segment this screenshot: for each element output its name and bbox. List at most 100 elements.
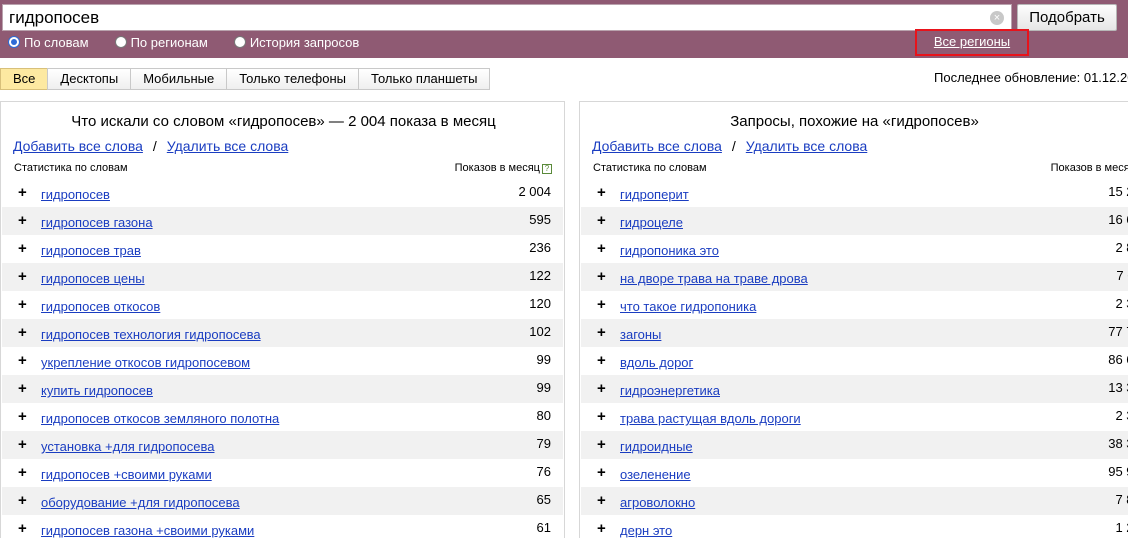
query-link[interactable]: вдоль дорог: [620, 355, 693, 370]
add-plus-icon[interactable]: +: [597, 296, 606, 313]
query-link[interactable]: дерн это: [620, 523, 672, 538]
impressions-count: 236: [529, 240, 551, 255]
tab-mobile[interactable]: Мобильные: [130, 68, 228, 90]
query-link[interactable]: гидропоника это: [620, 243, 719, 258]
add-plus-icon[interactable]: +: [18, 436, 27, 453]
add-plus-icon[interactable]: +: [18, 184, 27, 201]
query-link[interactable]: гидропосев откосов земляного полотна: [41, 411, 279, 426]
add-plus-icon[interactable]: +: [18, 380, 27, 397]
query-link[interactable]: трава растущая вдоль дороги: [620, 411, 801, 426]
query-link[interactable]: гидропосев газона: [41, 215, 153, 230]
radio-icon[interactable]: [233, 36, 246, 48]
mode-label: По словам: [24, 34, 89, 50]
add-plus-icon[interactable]: +: [597, 436, 606, 453]
add-plus-icon[interactable]: +: [597, 352, 606, 369]
radio-selected-icon[interactable]: [8, 36, 20, 48]
help-icon[interactable]: ?: [542, 164, 552, 174]
query-link[interactable]: гидропосев: [41, 187, 110, 202]
query-link[interactable]: гидропосев +своими руками: [41, 467, 212, 482]
panel-title: Что искали со словом «гидропосев» — 2 00…: [71, 113, 496, 130]
add-plus-icon[interactable]: +: [597, 408, 606, 425]
add-plus-icon[interactable]: +: [18, 520, 27, 537]
search-input[interactable]: [9, 6, 979, 29]
query-link[interactable]: гидроидные: [620, 439, 693, 454]
query-link[interactable]: купить гидропосев: [41, 383, 153, 398]
add-all-words-link[interactable]: Добавить все слова: [13, 138, 143, 154]
search-button[interactable]: Подобрать: [1017, 4, 1117, 31]
tab-tablets-only[interactable]: Только планшеты: [358, 68, 491, 90]
add-plus-icon[interactable]: +: [597, 520, 606, 537]
add-plus-icon[interactable]: +: [18, 212, 27, 229]
radio-icon[interactable]: [114, 36, 127, 48]
add-plus-icon[interactable]: +: [18, 352, 27, 369]
query-link[interactable]: гидропосев газона +своими руками: [41, 523, 254, 538]
add-plus-icon[interactable]: +: [18, 324, 27, 341]
query-link[interactable]: гидропосев технология гидропосева: [41, 327, 261, 342]
clear-icon[interactable]: ×: [990, 11, 1004, 25]
query-link[interactable]: на дворе трава на траве дрова: [620, 271, 808, 286]
table-row: + гидропосев откосов земляного полотна 80: [2, 403, 563, 431]
query-link[interactable]: укрепление откосов гидропосевом: [41, 355, 250, 370]
regions-highlight: Все регионы: [915, 29, 1029, 56]
add-all-words-link[interactable]: Добавить все слова: [592, 138, 722, 154]
mode-history[interactable]: История запросов: [233, 33, 359, 51]
panel-actions: Добавить все слова / Удалить все слова: [592, 138, 867, 154]
column-header: Статистика по словам Показов в месяц?: [593, 162, 1128, 178]
add-plus-icon[interactable]: +: [597, 380, 606, 397]
table-row: + гидроэнергетика 13 370: [581, 375, 1128, 403]
add-plus-icon[interactable]: +: [18, 408, 27, 425]
add-plus-icon[interactable]: +: [597, 492, 606, 509]
add-plus-icon[interactable]: +: [18, 296, 27, 313]
table-row: + агроволокно 7 853: [581, 487, 1128, 515]
add-plus-icon[interactable]: +: [597, 184, 606, 201]
table-row: + на дворе трава на траве дрова 7 611: [581, 263, 1128, 291]
mode-by-regions[interactable]: По регионам: [114, 33, 208, 51]
query-link[interactable]: гидропосев цены: [41, 271, 145, 286]
remove-all-words-link[interactable]: Удалить все слова: [167, 138, 288, 154]
table-row: + укрепление откосов гидропосевом 99: [2, 347, 563, 375]
add-plus-icon[interactable]: +: [597, 268, 606, 285]
tab-desktops[interactable]: Десктопы: [47, 68, 132, 90]
table-row: + гидроцеле 16 668: [581, 207, 1128, 235]
table-row: + гидропосев трав 236: [2, 235, 563, 263]
remove-all-words-link[interactable]: Удалить все слова: [746, 138, 867, 154]
query-link[interactable]: гидропосев трав: [41, 243, 141, 258]
query-link[interactable]: озеленение: [620, 467, 691, 482]
query-link[interactable]: загоны: [620, 327, 661, 342]
table-row: + трава растущая вдоль дороги 2 370: [581, 403, 1128, 431]
impressions-count: 95 931: [1108, 464, 1128, 479]
add-plus-icon[interactable]: +: [18, 464, 27, 481]
query-link[interactable]: установка +для гидропосева: [41, 439, 214, 454]
impressions-count: 595: [529, 212, 551, 227]
add-plus-icon[interactable]: +: [18, 268, 27, 285]
last-update-text: Последнее обновление: 01.12.20: [934, 70, 1128, 85]
add-plus-icon[interactable]: +: [597, 324, 606, 341]
query-link[interactable]: что такое гидропоника: [620, 299, 756, 314]
tab-all[interactable]: Все: [0, 68, 49, 90]
query-link[interactable]: агроволокно: [620, 495, 695, 510]
add-plus-icon[interactable]: +: [597, 240, 606, 257]
table-row: + дерн это 1 262: [581, 515, 1128, 538]
panel-title: Запросы, похожие на «гидропосев»: [730, 113, 979, 130]
tab-phones-only[interactable]: Только телефоны: [226, 68, 360, 90]
table-row: + загоны 77 731: [581, 319, 1128, 347]
query-link[interactable]: оборудование +для гидропосева: [41, 495, 240, 510]
add-plus-icon[interactable]: +: [597, 464, 606, 481]
impressions-count: 120: [529, 296, 551, 311]
word-list: + гидропосев 2 004 + гидропосев газона 595 + ги…: [2, 179, 563, 538]
all-regions-link[interactable]: Все регионы: [917, 34, 1027, 49]
query-link[interactable]: гидропосев откосов: [41, 299, 160, 314]
impressions-count: 77 731: [1108, 324, 1128, 339]
impressions-count: 76: [536, 464, 551, 479]
query-link[interactable]: гидроцеле: [620, 215, 683, 230]
query-link[interactable]: гидроперит: [620, 187, 689, 202]
col-words-header: Статистика по словам: [593, 162, 707, 174]
mode-by-words[interactable]: По словам: [8, 33, 89, 51]
add-plus-icon[interactable]: +: [18, 240, 27, 257]
device-tabs: Все Десктопы Мобильные Только телефоны Т…: [0, 68, 491, 90]
add-plus-icon[interactable]: +: [597, 212, 606, 229]
add-plus-icon[interactable]: +: [18, 492, 27, 509]
table-row: + вдоль дорог 86 615: [581, 347, 1128, 375]
table-row: + гидроидные 38 390: [581, 431, 1128, 459]
query-link[interactable]: гидроэнергетика: [620, 383, 720, 398]
